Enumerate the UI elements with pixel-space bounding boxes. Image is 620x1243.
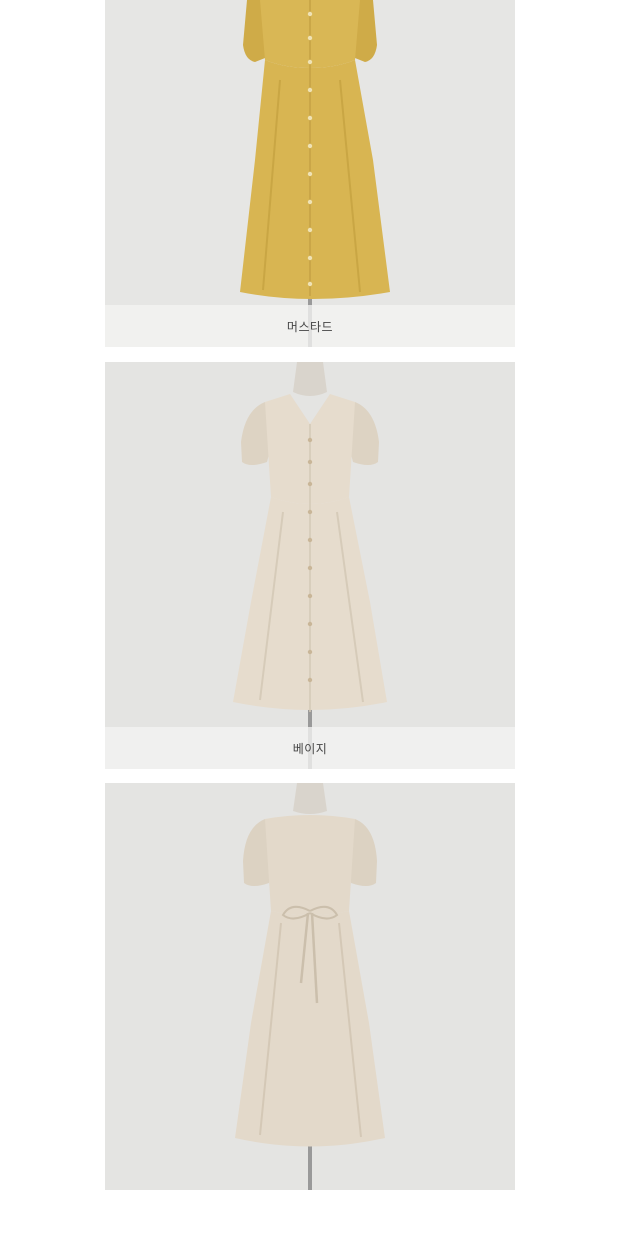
product-back-view-panel — [105, 783, 515, 1190]
dress-front-image — [105, 0, 515, 347]
dress-front-image — [105, 362, 515, 769]
dress-back-image — [105, 783, 515, 1190]
product-color-panel-mustard: 머스타드 — [105, 0, 515, 347]
color-caption: 머스타드 — [286, 320, 334, 334]
color-caption: 베이지 — [292, 742, 328, 756]
product-color-panel-beige: 베이지 — [105, 362, 515, 769]
